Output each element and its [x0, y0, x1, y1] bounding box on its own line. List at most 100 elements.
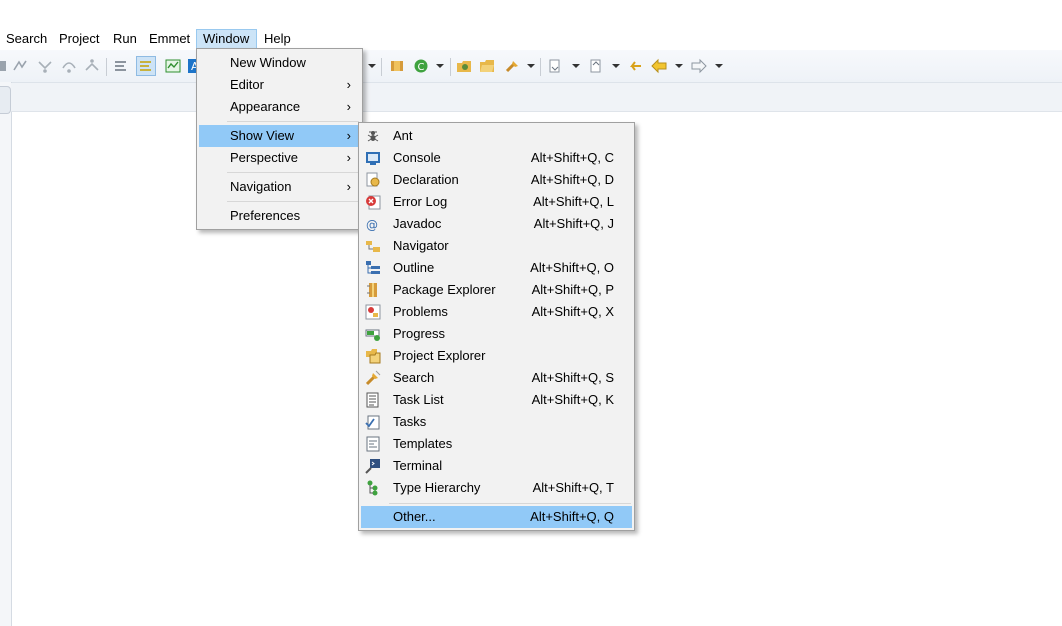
show-view-item-other[interactable]: Other... Alt+Shift+Q, Q: [361, 506, 632, 528]
step-over-icon[interactable]: [61, 58, 77, 74]
use-step-filters-icon[interactable]: [113, 58, 129, 74]
menu-item-label: Type Hierarchy: [393, 480, 481, 495]
shortcut-label: Alt+Shift+Q, K: [531, 392, 614, 407]
show-view-item-error-log[interactable]: Error Log Alt+Shift+Q, L: [361, 191, 632, 213]
minimized-view-tab[interactable]: [0, 86, 11, 114]
shortcut-label: Alt+Shift+Q, Q: [530, 509, 614, 524]
show-view-item-task-list[interactable]: Task List Alt+Shift+Q, K: [361, 389, 632, 411]
menu-separator: [227, 201, 359, 202]
menu-item-label: Declaration: [393, 172, 459, 187]
menu-bar: Search Project Run Emmet Window Help: [0, 28, 1062, 50]
menu-item-label: Project Explorer: [393, 348, 486, 363]
menu-item-new-window[interactable]: New Window: [199, 52, 360, 74]
back-icon[interactable]: [651, 58, 667, 74]
menu-item-preferences[interactable]: Preferences: [199, 205, 360, 227]
menu-item-label: Appearance: [230, 99, 301, 114]
menu-item-label: Javadoc: [393, 216, 442, 231]
step-return-icon[interactable]: [84, 58, 100, 74]
toolbar-separator: [381, 58, 382, 76]
menu-item-label: Tasks: [393, 414, 427, 429]
navigator-icon: [365, 238, 381, 254]
menu-item-appearance[interactable]: Appearance ›: [199, 96, 360, 118]
menu-item-navigation[interactable]: Navigation ›: [199, 176, 360, 198]
show-view-item-javadoc[interactable]: @ Javadoc Alt+Shift+Q, J: [361, 213, 632, 235]
error-log-icon: [365, 194, 381, 210]
project-explorer-icon: [365, 348, 381, 364]
menu-emmet[interactable]: Emmet: [143, 29, 196, 49]
dropdown-arrow-icon[interactable]: [368, 64, 376, 68]
menu-item-perspective[interactable]: Perspective ›: [199, 147, 360, 169]
skip-breakpoints-icon[interactable]: [12, 58, 28, 74]
menu-item-show-view[interactable]: Show View ›: [199, 125, 360, 147]
show-view-item-console[interactable]: Console Alt+Shift+Q, C: [361, 147, 632, 169]
search-torch-icon[interactable]: [504, 58, 520, 74]
declaration-icon: [365, 172, 381, 188]
dropdown-arrow-icon[interactable]: [572, 64, 580, 68]
ant-icon: [365, 128, 381, 144]
menu-item-label: Other...: [393, 509, 436, 524]
show-view-item-templates[interactable]: Templates: [361, 433, 632, 455]
menu-item-label: Progress: [393, 326, 446, 341]
previous-annotation-icon[interactable]: [588, 58, 604, 74]
dropdown-arrow-icon[interactable]: [675, 64, 683, 68]
menu-separator: [389, 503, 631, 504]
last-edit-location-icon[interactable]: [627, 58, 643, 74]
menu-item-label: Navigator: [393, 238, 449, 253]
show-view-item-terminal[interactable]: Terminal: [361, 455, 632, 477]
show-view-item-declaration[interactable]: Declaration Alt+Shift+Q, D: [361, 169, 632, 191]
show-view-item-tasks[interactable]: Tasks: [361, 411, 632, 433]
show-view-item-package-explorer[interactable]: Package Explorer Alt+Shift+Q, P: [361, 279, 632, 301]
open-folder-icon[interactable]: [479, 58, 495, 74]
show-view-item-navigator[interactable]: Navigator: [361, 235, 632, 257]
dropdown-arrow-icon[interactable]: [436, 64, 444, 68]
outline-icon: [365, 260, 381, 276]
dropdown-arrow-icon[interactable]: [612, 64, 620, 68]
show-view-item-search[interactable]: Search Alt+Shift+Q, S: [361, 367, 632, 389]
show-view-item-ant[interactable]: Ant: [361, 125, 632, 147]
shortcut-label: Alt+Shift+Q, O: [530, 260, 614, 275]
svg-text:C: C: [418, 62, 425, 73]
type-hierarchy-icon: [365, 480, 381, 496]
step-into-icon[interactable]: [37, 58, 53, 74]
menu-item-label: Task List: [393, 392, 444, 407]
new-java-package-icon[interactable]: [389, 58, 405, 74]
toggle-mark-occurrences-icon[interactable]: [136, 56, 156, 76]
show-view-item-problems[interactable]: Problems Alt+Shift+Q, X: [361, 301, 632, 323]
menu-search[interactable]: Search: [0, 29, 53, 49]
menu-item-label: Editor: [230, 77, 264, 92]
submenu-arrow-icon: ›: [346, 150, 351, 165]
menu-project[interactable]: Project: [53, 29, 105, 49]
shortcut-label: Alt+Shift+Q, D: [530, 172, 614, 187]
menu-separator: [227, 121, 359, 122]
toolbar: A C: [0, 50, 1062, 83]
menu-item-editor[interactable]: Editor ›: [199, 74, 360, 96]
dropdown-arrow-icon[interactable]: [715, 64, 723, 68]
menu-window[interactable]: Window: [196, 29, 257, 49]
progress-icon: [365, 326, 381, 342]
forward-icon[interactable]: [691, 58, 707, 74]
search-icon: [365, 370, 381, 386]
show-view-item-type-hierarchy[interactable]: Type Hierarchy Alt+Shift+Q, T: [361, 477, 632, 499]
show-view-item-progress[interactable]: Progress: [361, 323, 632, 345]
menu-help[interactable]: Help: [258, 29, 297, 49]
toolbar-separator: [450, 58, 451, 76]
next-annotation-icon[interactable]: [547, 58, 563, 74]
menu-item-label: Ant: [393, 128, 413, 143]
templates-icon: [365, 436, 381, 452]
menu-item-label: Console: [393, 150, 441, 165]
terminal-icon: [365, 458, 381, 474]
menu-item-label: Package Explorer: [393, 282, 496, 297]
shortcut-label: Alt+Shift+Q, C: [530, 150, 614, 165]
monitor-chart-icon[interactable]: [165, 58, 181, 74]
open-type-icon[interactable]: [456, 58, 472, 74]
menu-run[interactable]: Run: [107, 29, 143, 49]
show-view-item-outline[interactable]: Outline Alt+Shift+Q, O: [361, 257, 632, 279]
toolbar-partial-icon[interactable]: [0, 58, 10, 74]
menu-item-label: Perspective: [230, 150, 298, 165]
new-class-icon[interactable]: C: [413, 58, 429, 74]
dropdown-arrow-icon[interactable]: [527, 64, 535, 68]
show-view-item-project-explorer[interactable]: Project Explorer: [361, 345, 632, 367]
menu-item-label: New Window: [230, 55, 306, 70]
shortcut-label: Alt+Shift+Q, J: [533, 216, 614, 231]
task-list-icon: [365, 392, 381, 408]
